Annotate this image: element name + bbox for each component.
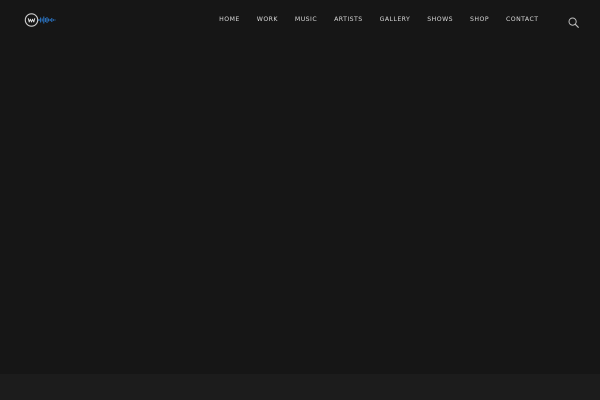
search-button[interactable] <box>568 13 579 28</box>
nav-item-music[interactable]: MUSIC <box>286 0 325 40</box>
page: HOME WORK MUSIC ARTISTS GALLERY SHOWS SH… <box>0 0 600 400</box>
nav-item-work[interactable]: WORK <box>248 0 286 40</box>
nav-item-contact[interactable]: CONTACT <box>498 0 548 40</box>
site-logo[interactable] <box>24 12 58 28</box>
nav-item-home[interactable]: HOME <box>211 0 249 40</box>
nav-item-shop[interactable]: SHOP <box>462 0 498 40</box>
site-header: HOME WORK MUSIC ARTISTS GALLERY SHOWS SH… <box>0 0 600 40</box>
footer-band <box>0 374 600 400</box>
nav-item-artists[interactable]: ARTISTS <box>326 0 371 40</box>
nav-item-shows[interactable]: SHOWS <box>419 0 462 40</box>
nav-item-gallery[interactable]: GALLERY <box>371 0 419 40</box>
main-nav: HOME WORK MUSIC ARTISTS GALLERY SHOWS SH… <box>211 0 547 40</box>
search-icon <box>568 17 579 28</box>
logo-icon <box>24 13 56 27</box>
